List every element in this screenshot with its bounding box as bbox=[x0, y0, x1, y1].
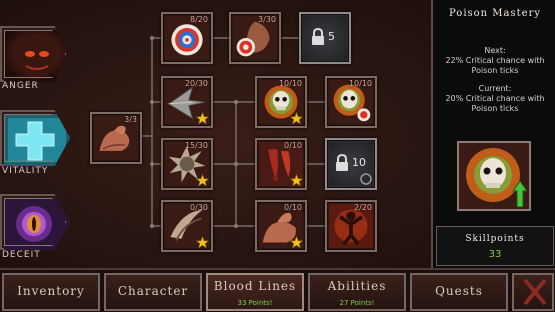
lock-icon bbox=[336, 154, 348, 171]
rank-count: 2/20 bbox=[354, 203, 372, 212]
skill-detail-panel: Poison Mastery Next: 22% Critical chance… bbox=[431, 0, 555, 270]
lock-icon bbox=[312, 28, 324, 45]
skillpoints-label: Skillpoints bbox=[465, 234, 525, 244]
anger-demon-icon bbox=[0, 26, 70, 82]
bottom-tab-bar: Inventory Character Blood Lines 33 Point… bbox=[0, 268, 555, 312]
blood-lines-screen: ANGER VITALITY DECEIT 3/3 8/20 3/30 5 20… bbox=[0, 0, 555, 312]
tab-character[interactable]: Character bbox=[104, 273, 202, 311]
star-icon bbox=[290, 236, 303, 249]
gear-icon bbox=[360, 173, 372, 185]
rank-count: 3/30 bbox=[258, 15, 276, 24]
skill-node-target[interactable]: 8/20 bbox=[161, 12, 213, 64]
rank-count: 15/30 bbox=[184, 141, 208, 150]
tab-points-badge: 33 Points! bbox=[237, 299, 273, 307]
required-level: 5 bbox=[328, 30, 335, 43]
skill-node-skull-target[interactable]: 10/10 bbox=[325, 76, 377, 128]
deceit-eye-icon bbox=[0, 194, 70, 250]
skill-node-locked-top[interactable]: 5 bbox=[299, 12, 351, 64]
tab-label: Quests bbox=[435, 284, 483, 298]
skill-node-shield-target[interactable]: 3/30 bbox=[229, 12, 281, 64]
selected-skill-icon[interactable] bbox=[457, 141, 531, 211]
skill-node-claw[interactable]: 0/30 bbox=[161, 200, 213, 252]
rank-count: 0/10 bbox=[284, 141, 302, 150]
star-icon bbox=[196, 112, 209, 125]
upgrade-arrow-icon[interactable] bbox=[513, 181, 527, 207]
star-icon bbox=[290, 174, 303, 187]
rank-count: 3/3 bbox=[124, 115, 137, 124]
tab-points-badge: 27 Points! bbox=[339, 299, 375, 307]
skill-node-flex-arm[interactable]: 0/10 bbox=[255, 200, 307, 252]
tab-quests[interactable]: Quests bbox=[410, 273, 508, 311]
tab-label: Blood Lines bbox=[213, 279, 297, 293]
star-icon bbox=[196, 174, 209, 187]
vitality-cross-icon bbox=[0, 110, 70, 166]
next-label: Next: bbox=[484, 46, 506, 55]
rank-count: 20/30 bbox=[184, 79, 208, 88]
skill-node-spiked-ball[interactable]: 15/30 bbox=[161, 138, 213, 190]
required-level: 10 bbox=[352, 156, 366, 169]
rank-count: 10/10 bbox=[348, 79, 372, 88]
tab-label: Inventory bbox=[17, 284, 85, 298]
tab-label: Abilities bbox=[327, 279, 387, 293]
star-icon bbox=[290, 112, 303, 125]
current-text-line2: Poison ticks bbox=[471, 104, 519, 113]
rank-count: 0/10 bbox=[284, 203, 302, 212]
next-text-line1: 22% Critical chance with bbox=[445, 56, 545, 65]
tab-abilities[interactable]: Abilities 27 Points! bbox=[308, 273, 406, 311]
skill-node-rage-man[interactable]: 2/20 bbox=[325, 200, 377, 252]
star-icon bbox=[196, 236, 209, 249]
rank-count: 8/20 bbox=[190, 15, 208, 24]
skill-node-blood[interactable]: 0/10 bbox=[255, 138, 307, 190]
skill-title: Poison Mastery bbox=[448, 8, 541, 19]
tab-blood-lines[interactable]: Blood Lines 33 Points! bbox=[206, 273, 304, 311]
tab-inventory[interactable]: Inventory bbox=[2, 273, 100, 311]
skill-node-locked-mid[interactable]: 10 bbox=[325, 138, 377, 190]
close-icon bbox=[523, 278, 547, 306]
skillpoints-value: 33 bbox=[488, 249, 502, 260]
category-label: DECEIT bbox=[2, 250, 41, 260]
tab-label: Character bbox=[117, 284, 189, 298]
skill-node-poison-skull[interactable]: 10/10 bbox=[255, 76, 307, 128]
skillpoints-box: Skillpoints 33 bbox=[436, 226, 554, 266]
rank-count: 10/10 bbox=[278, 79, 302, 88]
current-label: Current: bbox=[478, 84, 512, 93]
locked-background bbox=[303, 16, 347, 60]
rank-count: 0/30 bbox=[190, 203, 208, 212]
skill-node-arm[interactable]: 3/3 bbox=[90, 112, 142, 164]
skill-node-arrowhead[interactable]: 20/30 bbox=[161, 76, 213, 128]
category-label: ANGER bbox=[2, 81, 39, 91]
category-label: VITALITY bbox=[2, 166, 49, 176]
current-text-line1: 20% Critical chance with bbox=[445, 94, 545, 103]
next-text-line2: Poison ticks bbox=[471, 66, 519, 75]
close-button[interactable] bbox=[512, 273, 554, 311]
